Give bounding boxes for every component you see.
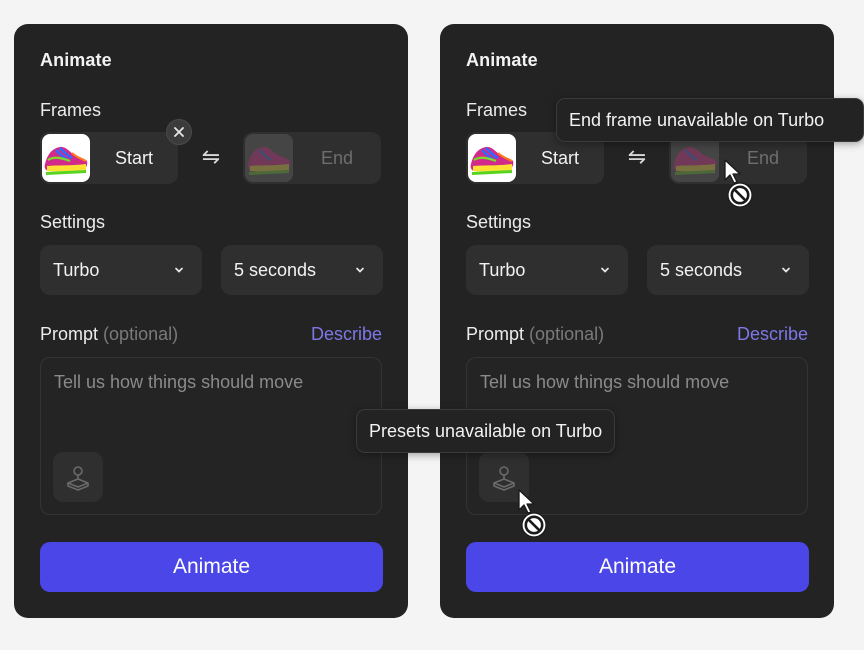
duration-dropdown[interactable]: 5 seconds xyxy=(647,245,809,295)
model-value: Turbo xyxy=(53,260,100,280)
frames-label: Frames xyxy=(466,100,528,120)
not-allowed-cursor-icon xyxy=(724,159,753,208)
animate-panel-left: Animate Frames Start ⇋ End Settings Turb… xyxy=(14,24,408,618)
describe-link[interactable]: Describe xyxy=(737,324,808,345)
describe-link[interactable]: Describe xyxy=(311,324,382,345)
start-frame-label: Start xyxy=(114,148,153,168)
settings-label: Settings xyxy=(466,212,532,232)
duration-value: 5 seconds xyxy=(234,260,317,280)
chevron-down-icon xyxy=(782,267,790,273)
prompt-input[interactable]: Tell us how things should move xyxy=(40,357,382,515)
start-frame-thumbnail xyxy=(468,134,516,182)
prompt-label-text: Prompt xyxy=(466,324,525,344)
model-dropdown[interactable]: Turbo xyxy=(40,245,202,295)
frames-label: Frames xyxy=(40,100,102,120)
not-allowed-cursor-icon xyxy=(518,489,547,538)
prompt-label: Prompt (optional) xyxy=(40,324,178,345)
prompt-label-text: Prompt xyxy=(40,324,99,344)
swap-arrows-icon[interactable]: ⇋ xyxy=(624,144,650,170)
close-icon xyxy=(174,127,184,137)
panel-heading: Animate xyxy=(466,50,538,70)
end-frame-slot[interactable]: End xyxy=(243,132,381,184)
duration-value: 5 seconds xyxy=(660,260,743,280)
presets-button[interactable] xyxy=(53,452,103,502)
chevron-down-icon xyxy=(356,267,364,273)
start-frame-slot[interactable]: Start xyxy=(40,132,178,184)
end-frame-thumbnail xyxy=(245,134,293,182)
prompt-optional-text: (optional) xyxy=(529,324,605,344)
animate-button[interactable]: Animate xyxy=(466,542,809,592)
chevron-down-icon xyxy=(601,267,609,273)
swap-arrows-icon[interactable]: ⇋ xyxy=(198,144,224,170)
prompt-placeholder: Tell us how things should move xyxy=(54,372,304,392)
start-frame-thumbnail xyxy=(42,134,90,182)
duration-dropdown[interactable]: 5 seconds xyxy=(221,245,383,295)
animate-button[interactable]: Animate xyxy=(40,542,383,592)
presets-tooltip: Presets unavailable on Turbo xyxy=(356,409,616,453)
prompt-label: Prompt (optional) xyxy=(466,324,604,345)
panel-heading: Animate xyxy=(40,50,112,70)
preset-joystick-icon xyxy=(67,466,89,491)
settings-label: Settings xyxy=(40,212,106,232)
end-frame-label: End xyxy=(320,148,354,168)
model-value: Turbo xyxy=(479,260,526,280)
prompt-optional-text: (optional) xyxy=(103,324,179,344)
end-frame-tooltip: End frame unavailable on Turbo xyxy=(556,98,864,142)
remove-start-frame-button[interactable] xyxy=(166,119,192,145)
prompt-placeholder: Tell us how things should move xyxy=(480,372,730,392)
model-dropdown[interactable]: Turbo xyxy=(466,245,628,295)
chevron-down-icon xyxy=(175,267,183,273)
